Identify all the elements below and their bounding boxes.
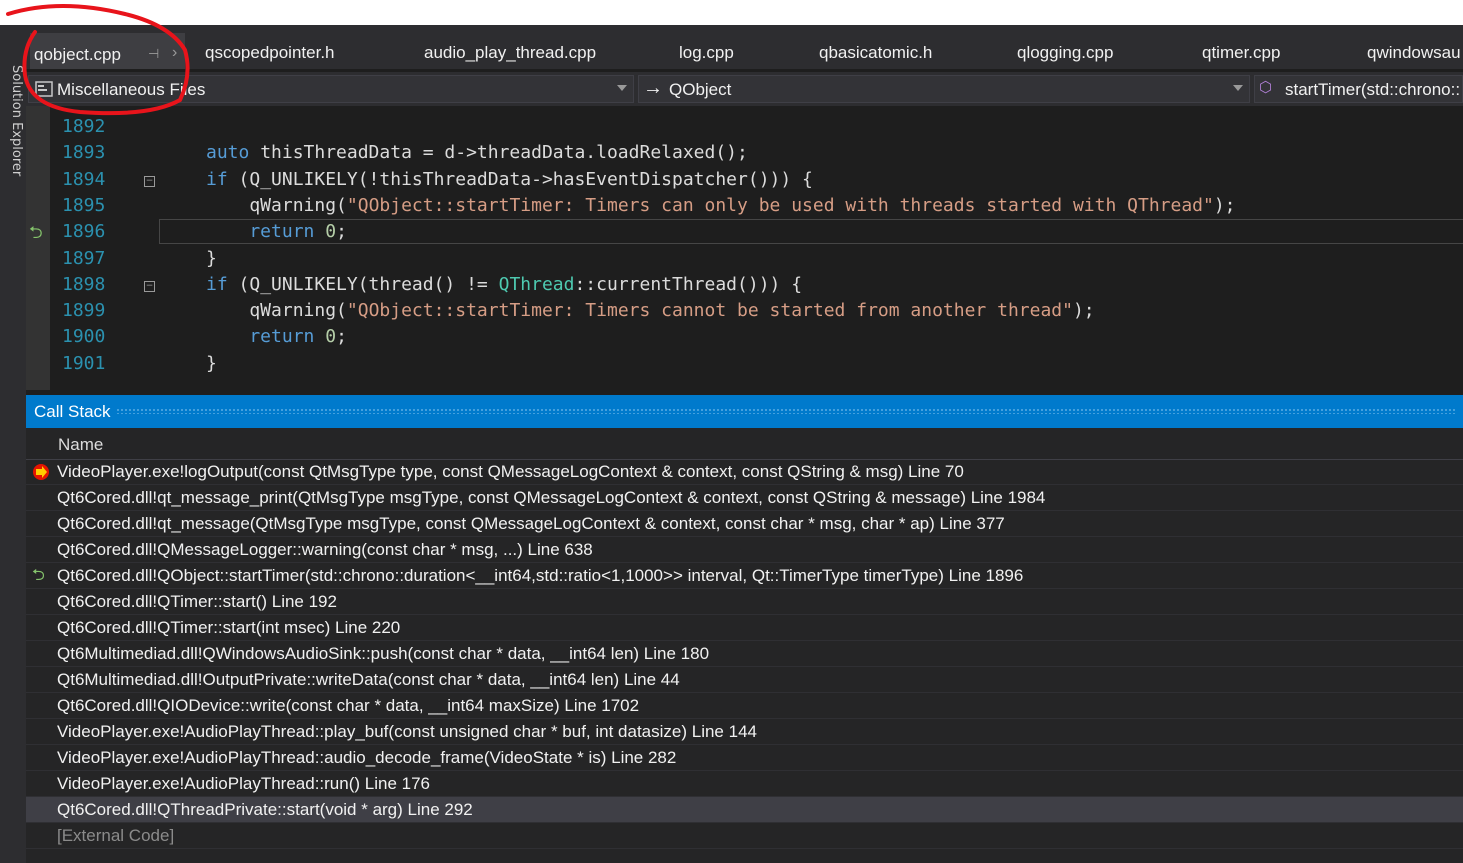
title-bar-grip [116, 408, 1457, 414]
code-line[interactable]: 1901} [26, 351, 1463, 377]
line-number: 1896 [62, 221, 106, 243]
code-editor[interactable]: 1892 1893 auto thisThreadData = d->threadD… [26, 106, 1463, 390]
call-stack-frame-text: Qt6Cored.dll!QTimer::start(int msec) Lin… [57, 618, 401, 637]
call-stack-row[interactable]: VideoPlayer.exe!AudioPlayThread::audio_d… [26, 745, 1463, 771]
call-stack-title-bar[interactable]: Call Stack [26, 395, 1463, 428]
chevron-down-icon [1233, 85, 1243, 91]
call-stack-row[interactable]: Qt6Cored.dll!QIODevice::write(const char… [26, 693, 1463, 719]
call-stack-frame-text: [External Code] [57, 826, 175, 845]
call-stack-frame-text: Qt6Multimediad.dll!QWindowsAudioSink::pu… [57, 644, 710, 663]
call-stack-row[interactable]: VideoPlayer.exe!logOutput(const QtMsgTyp… [26, 459, 1463, 485]
code-line[interactable]: 1897} [26, 246, 1463, 272]
tab-qlogging-cpp[interactable]: qlogging.cpp [1017, 43, 1113, 63]
code-text: } [206, 352, 217, 374]
name-column-header[interactable]: Name [26, 431, 1463, 460]
call-stack-row[interactable]: Qt6Cored.dll!QTimer::start() Line 192 [26, 589, 1463, 615]
line-number: 1900 [62, 326, 106, 348]
tab-log-cpp[interactable]: log.cpp [679, 43, 734, 63]
code-line[interactable]: 1893 auto thisThreadData = d->threadData.… [26, 140, 1463, 166]
call-stack-panel: Name VideoPlayer.exe!logOutput(const QtM… [26, 428, 1463, 863]
annotation-circle [6, 4, 190, 116]
tab-audio-play-thread-cpp[interactable]: audio_play_thread.cpp [424, 43, 596, 63]
collapse-icon[interactable]: − [144, 176, 155, 187]
code-text: if (Q_UNLIKELY(!thisThreadData->hasEvent… [206, 168, 813, 190]
call-stack-row[interactable]: Qt6Multimediad.dll!QWindowsAudioSink::pu… [26, 641, 1463, 667]
code-line[interactable]: 1898 if (Q_UNLIKELY(thread() != QThread::… [26, 272, 1463, 298]
code-text: return 0; [206, 221, 347, 243]
solution-explorer-strip[interactable]: Solution Explorer [0, 25, 26, 863]
call-stack-row[interactable]: [External Code] [26, 823, 1463, 849]
call-stack-row[interactable]: Qt6Cored.dll!QMessageLogger::warning(con… [26, 537, 1463, 563]
line-number: 1898 [62, 273, 106, 295]
call-stack-frame-text: VideoPlayer.exe!AudioPlayThread::run() L… [57, 774, 430, 793]
line-number: 1894 [62, 168, 106, 190]
call-stack-frame-text: Qt6Cored.dll!qt_message_print(QtMsgType … [57, 488, 1046, 507]
call-stack-frame-text: VideoPlayer.exe!AudioPlayThread::play_bu… [57, 722, 757, 741]
call-stack-row[interactable]: Qt6Multimediad.dll!OutputPrivate::writeD… [26, 667, 1463, 693]
method-icon: ⬡ [1259, 79, 1273, 96]
code-text: qWarning("QObject::startTimer: Timers ca… [206, 194, 1236, 216]
collapse-icon[interactable]: − [144, 281, 155, 292]
code-line[interactable]: 1899 qWarning("QObject::startTimer: Time… [26, 298, 1463, 324]
call-stack-frame-text: VideoPlayer.exe!AudioPlayThread::audio_d… [57, 748, 677, 767]
chevron-down-icon [617, 85, 627, 91]
tab-qwindowsaudio[interactable]: qwindowsau [1367, 43, 1461, 63]
call-stack-frame-text: Qt6Cored.dll!qt_message(QtMsgType msgTyp… [57, 514, 1005, 533]
call-stack-frame-text: VideoPlayer.exe!logOutput(const QtMsgTyp… [57, 462, 964, 481]
name-column-label: Name [58, 435, 104, 454]
code-line[interactable]: 1895 qWarning("QObject::startTimer: Time… [26, 193, 1463, 219]
line-number: 1893 [62, 142, 106, 164]
call-return-arrow-icon: ⮌ [32, 567, 45, 584]
call-stack-frame-text: Qt6Multimediad.dll!OutputPrivate::writeD… [57, 670, 680, 689]
call-stack-frame-text: Qt6Cored.dll!QThreadPrivate::start(void … [57, 800, 473, 819]
code-line[interactable]: 1900 return 0; [26, 324, 1463, 350]
call-stack-row[interactable]: Qt6Cored.dll!QTimer::start(int msec) Lin… [26, 615, 1463, 641]
code-line[interactable]: 1896 return 0; [26, 219, 1463, 245]
call-stack-row[interactable]: ⮌ Qt6Cored.dll!QObject::startTimer(std::c… [26, 563, 1463, 589]
call-stack-row[interactable]: Qt6Cored.dll!qt_message(QtMsgType msgTyp… [26, 511, 1463, 537]
call-stack-row[interactable]: VideoPlayer.exe!AudioPlayThread::play_bu… [26, 719, 1463, 745]
call-stack-frame-text: Qt6Cored.dll!QObject::startTimer(std::ch… [57, 566, 1024, 585]
tab-qtimer-cpp[interactable]: qtimer.cpp [1202, 43, 1280, 63]
call-stack-frame-text: Qt6Cored.dll!QMessageLogger::warning(con… [57, 540, 593, 559]
code-text: auto thisThreadData = d->threadData.load… [206, 142, 748, 164]
call-stack-row[interactable]: Qt6Cored.dll!QThreadPrivate::start(void … [26, 797, 1463, 823]
line-number: 1901 [62, 352, 106, 374]
breakpoint-current-icon [33, 464, 49, 480]
line-number: 1897 [62, 247, 106, 269]
code-text: return 0; [206, 326, 347, 348]
code-line[interactable]: 1894 if (Q_UNLIKELY(!thisThreadData->hasE… [26, 167, 1463, 193]
call-stack-row[interactable]: Qt6Cored.dll!qt_message_print(QtMsgType … [26, 485, 1463, 511]
call-stack-frame-text: Qt6Cored.dll!QTimer::start() Line 192 [57, 592, 337, 611]
member-name: startTimer(std::chrono:: [1285, 80, 1461, 99]
scope-name: QObject [669, 80, 732, 99]
code-text: qWarning("QObject::startTimer: Timers ca… [206, 300, 1095, 322]
call-stack-title: Call Stack [34, 402, 111, 421]
line-number: 1899 [62, 300, 106, 322]
tab-qbasicatomic-h[interactable]: qbasicatomic.h [819, 43, 932, 63]
call-stack-frame-text: Qt6Cored.dll!QIODevice::write(const char… [57, 696, 640, 715]
call-stack-row[interactable]: VideoPlayer.exe!AudioPlayThread::run() L… [26, 771, 1463, 797]
arrow-right-icon: → [643, 77, 663, 99]
code-text: if (Q_UNLIKELY(thread() != QThread::curr… [206, 273, 803, 295]
call-return-arrow-icon: ⮌ [29, 223, 43, 243]
member-dropdown[interactable]: ⬡ startTimer(std::chrono:: [1254, 75, 1463, 103]
line-number: 1895 [62, 194, 106, 216]
scope-dropdown[interactable]: → QObject [638, 75, 1250, 103]
code-text: } [206, 247, 217, 269]
